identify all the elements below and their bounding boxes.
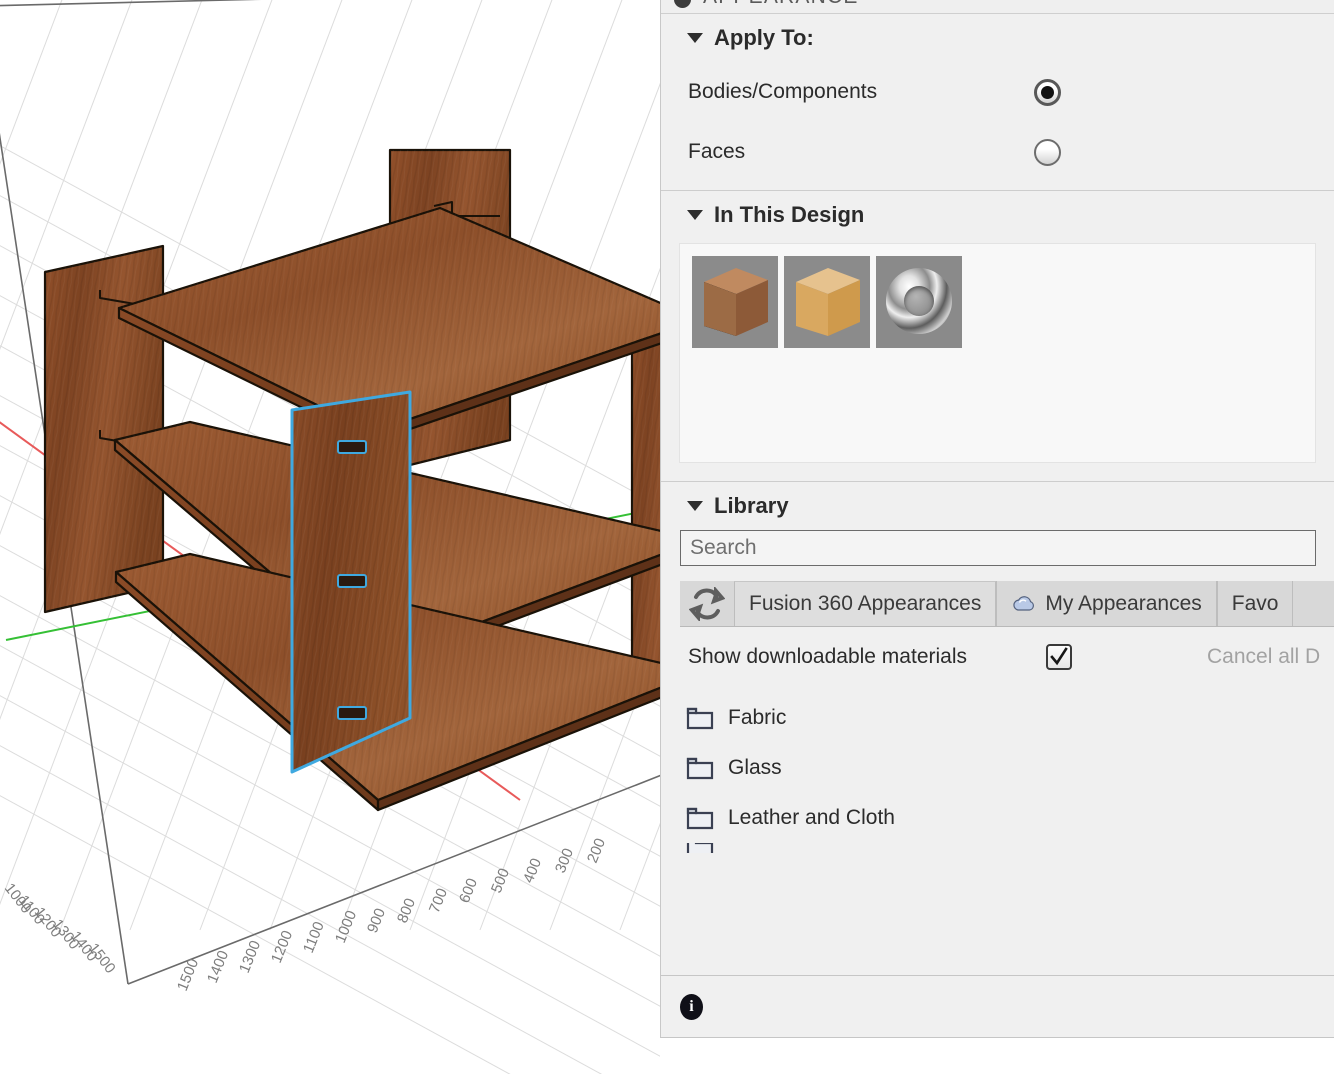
search-wrap (661, 530, 1334, 566)
in-this-design-title: In This Design (714, 202, 865, 227)
in-this-design-header[interactable]: In This Design (661, 191, 1334, 239)
folder-item-glass[interactable]: Glass (661, 743, 1334, 793)
library-header[interactable]: Library (661, 482, 1334, 530)
folder-icon (686, 757, 714, 780)
dark-wood-cube-thumbnail (692, 256, 778, 348)
apply-to-option-faces[interactable]: Faces (661, 122, 1334, 182)
apply-to-label-faces: Faces (688, 140, 746, 163)
folder-item-partial[interactable] (661, 843, 1334, 853)
dark-wood-cube-swatch[interactable] (692, 256, 778, 348)
info-icon[interactable]: i (680, 994, 703, 1020)
panel-title-bar: APPEARANCE (661, 0, 1334, 14)
folder-item-fabric[interactable]: Fabric (661, 693, 1334, 743)
panel-front-left-selected[interactable] (290, 390, 412, 774)
chrome-torus-thumbnail (886, 268, 952, 334)
apply-to-section: Apply To: Bodies/Components Faces (661, 14, 1334, 191)
radio-dot (1041, 85, 1054, 99)
caret-down-icon[interactable] (687, 501, 703, 511)
search-input[interactable] (680, 530, 1316, 566)
in-this-design-swatch-tray[interactable] (679, 243, 1316, 463)
cancel-all-downloads-link[interactable]: Cancel all D (1207, 645, 1320, 669)
apply-to-option-bodies[interactable]: Bodies/Components (661, 62, 1334, 122)
caret-down-icon[interactable] (687, 210, 703, 220)
panel-front-right (630, 307, 660, 693)
folder-label-fabric: Fabric (728, 706, 787, 729)
folder-item-leather-and-cloth[interactable]: Leather and Cloth (661, 793, 1334, 843)
caret-down-icon[interactable] (687, 33, 703, 43)
light-wood-cube-thumbnail (784, 256, 870, 348)
tab-fusion-360-appearances[interactable]: Fusion 360 Appearances (734, 581, 997, 626)
refresh-button[interactable] (680, 581, 734, 626)
folder-label-leather-and-cloth: Leather and Cloth (728, 806, 895, 829)
status-bar: i (660, 975, 1334, 1038)
radio-bodies-components[interactable] (1034, 78, 1061, 106)
tab-my-appearances[interactable]: My Appearances (996, 581, 1217, 626)
page-title: APPEARANCE (703, 0, 859, 9)
apply-to-title: Apply To: (714, 25, 814, 50)
refresh-icon (689, 586, 725, 621)
chrome-torus-swatch[interactable] (876, 256, 962, 348)
folder-icon (686, 807, 714, 830)
apply-to-label-bodies: Bodies/Components (688, 80, 878, 103)
appearance-panel: APPEARANCE Apply To: Bodies/Components F… (660, 0, 1334, 1038)
tab-favorites[interactable]: Favo (1216, 581, 1294, 626)
library-tabbar: Fusion 360 Appearances My Appearances Fa… (680, 581, 1334, 627)
show-downloadable-row: Show downloadable materials Cancel all D (661, 627, 1334, 687)
folder-label-glass: Glass (728, 756, 782, 779)
tab-label-fusion: Fusion 360 Appearances (749, 592, 982, 615)
show-downloadable-label: Show downloadable materials (688, 645, 967, 668)
appearance-sphere-icon (674, 0, 691, 8)
tab-label-favorites: Favo (1231, 591, 1279, 615)
viewport-canvas: 1000 1100 1200 1300 1400 1500 1500 1400 … (0, 0, 660, 1074)
show-downloadable-checkbox[interactable] (1046, 644, 1072, 670)
3d-viewport[interactable]: 1000 1100 1200 1300 1400 1500 1500 1400 … (0, 0, 660, 1074)
apply-to-header[interactable]: Apply To: (661, 14, 1334, 62)
folder-icon (686, 843, 714, 853)
swatch-row (692, 256, 1303, 348)
tab-label-my-appearances: My Appearances (1045, 591, 1202, 615)
cloud-icon (1013, 595, 1035, 611)
in-this-design-section: In This Design (661, 191, 1334, 482)
light-wood-cube-swatch[interactable] (784, 256, 870, 348)
folder-icon (686, 707, 714, 730)
library-folder-list: Fabric Glass Leather and Cloth (661, 687, 1334, 853)
library-section: Library Fusion 360 Appearances (661, 482, 1334, 853)
library-title: Library (714, 493, 789, 518)
radio-faces[interactable] (1034, 138, 1061, 166)
check-icon (1050, 647, 1068, 666)
